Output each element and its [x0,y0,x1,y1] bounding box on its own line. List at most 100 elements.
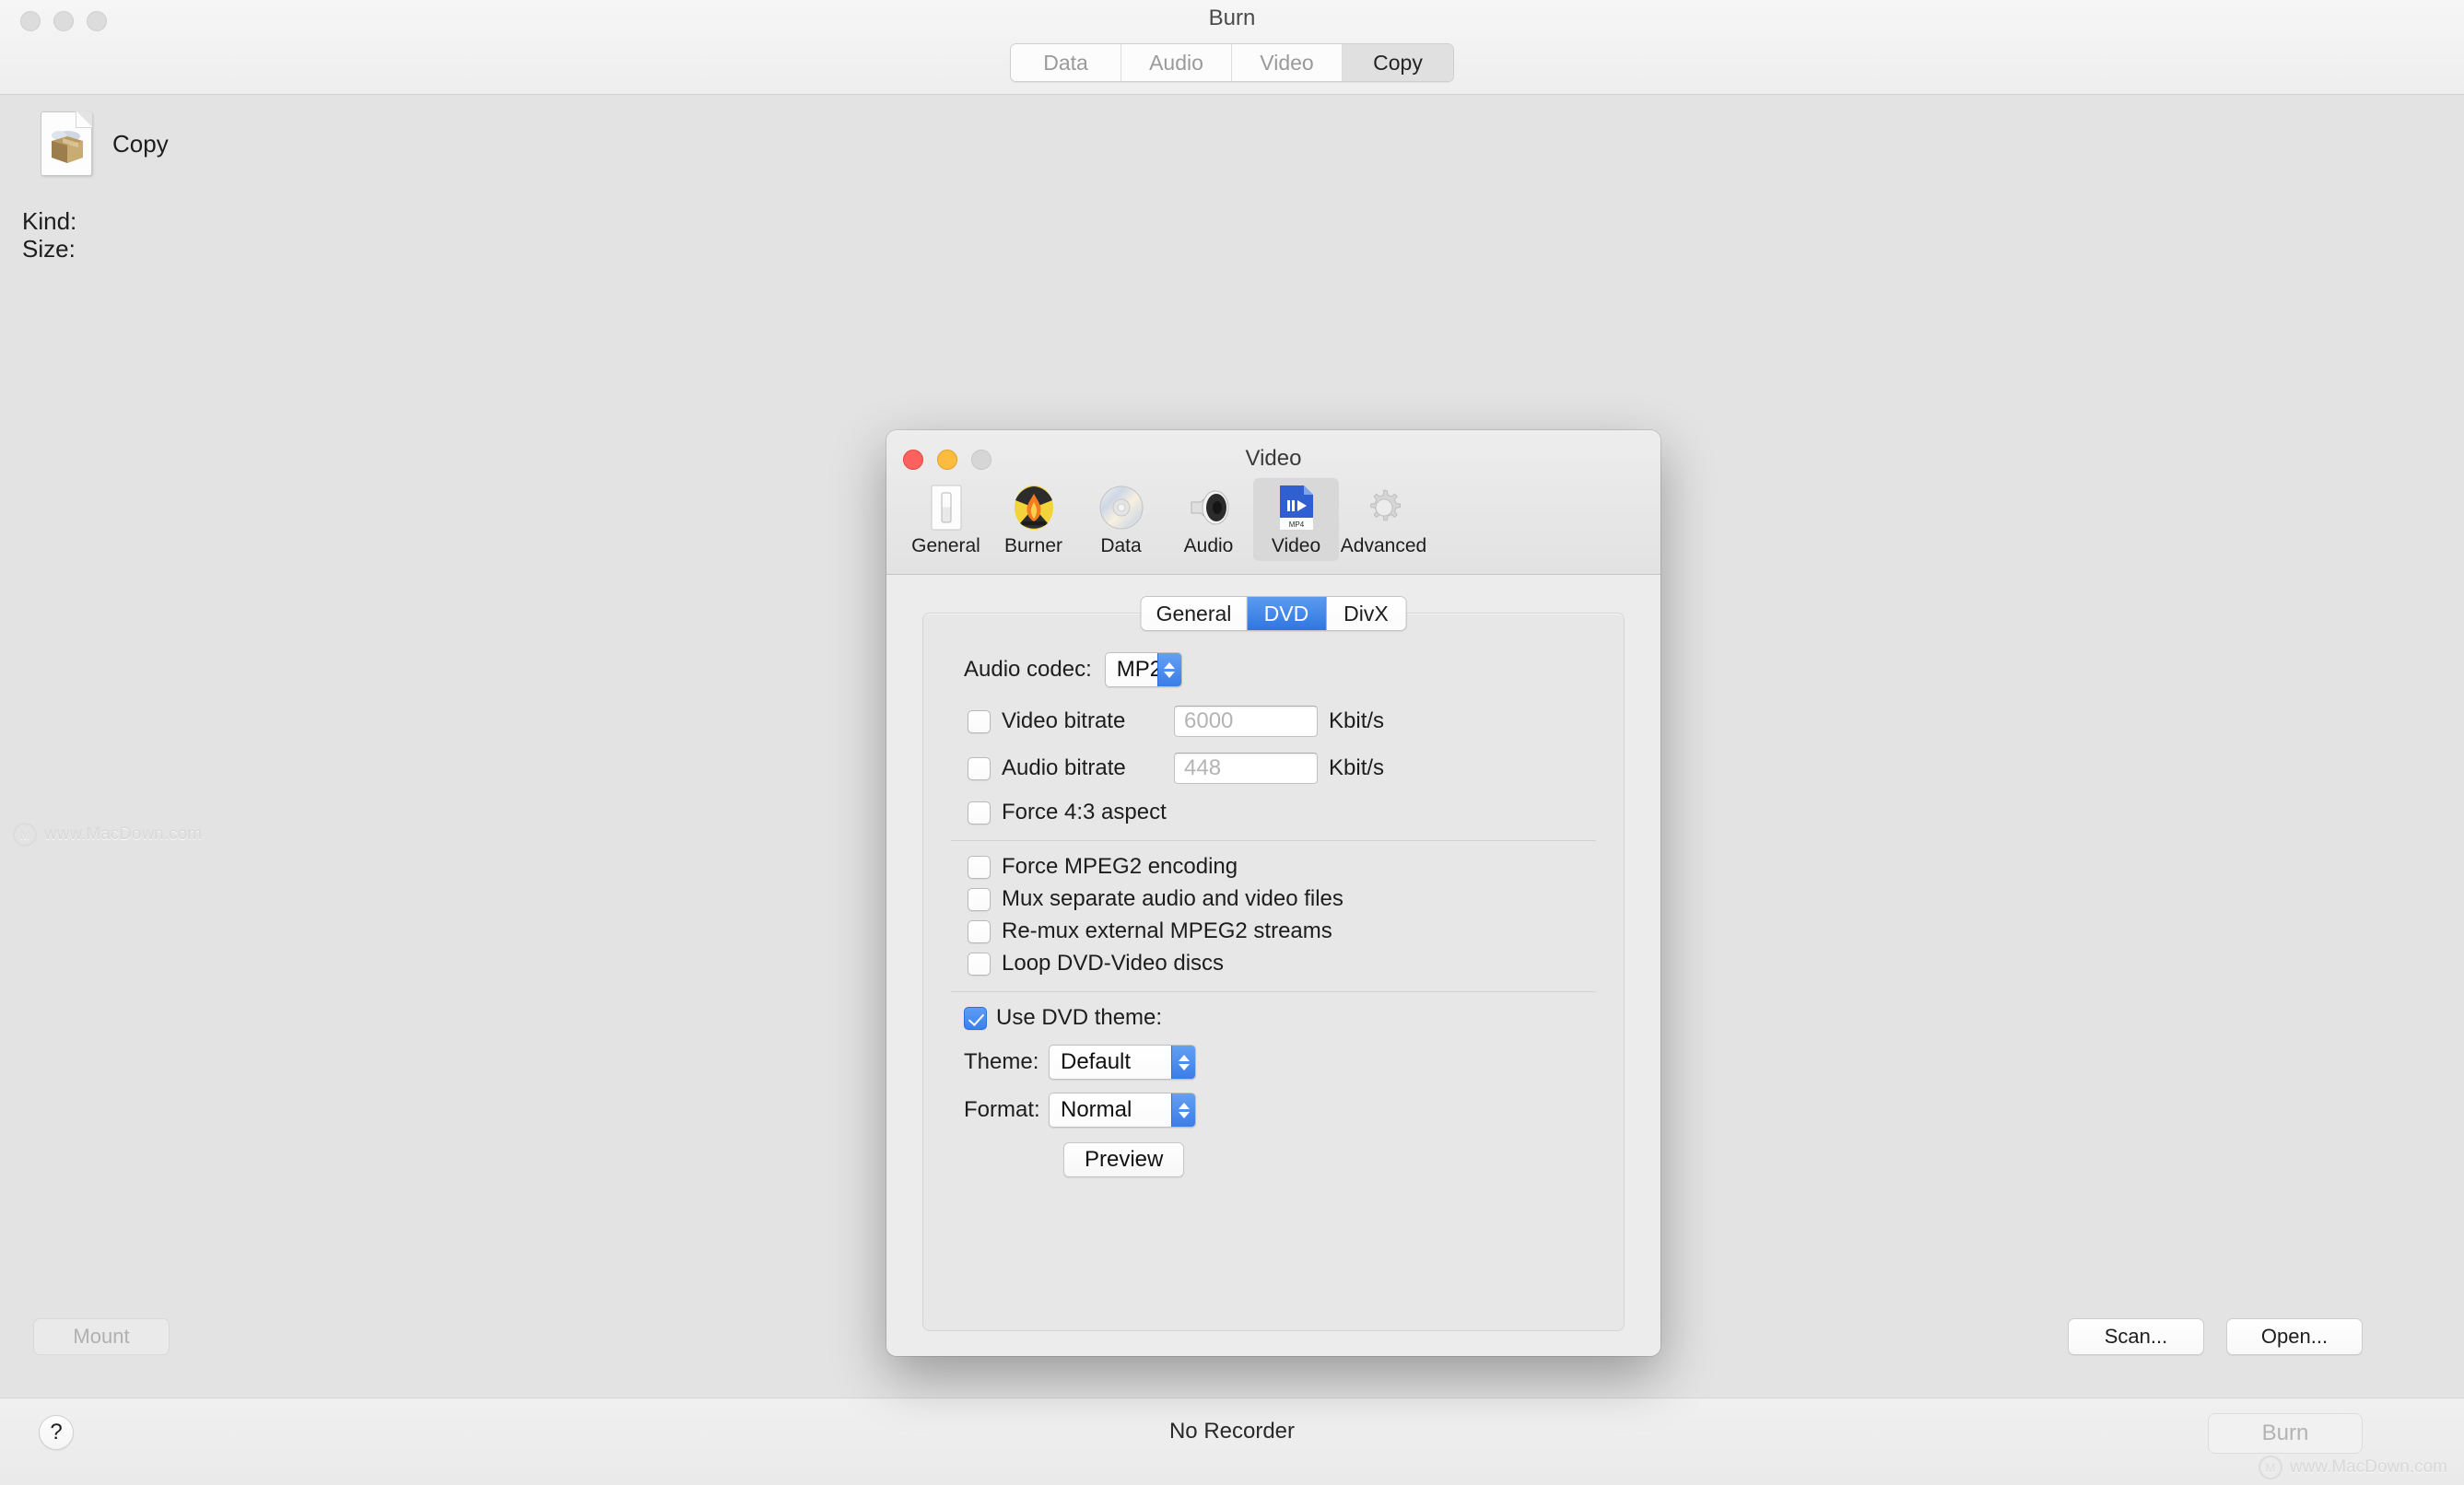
audio-codec-popup[interactable]: MP2 [1104,652,1182,687]
use-dvd-theme-row: Use DVD theme: [964,1005,1596,1031]
mount-button[interactable]: Mount [33,1318,170,1355]
toolbar-label-video: Video [1271,535,1321,556]
video-bitrate-checkbox[interactable] [968,709,991,733]
theme-popup[interactable]: Default [1049,1045,1196,1080]
toolbar-label-audio: Audio [1183,535,1234,556]
preview-button[interactable]: Preview [1063,1142,1185,1177]
force-mpeg2-label: Force MPEG2 encoding [1002,854,1238,879]
use-dvd-theme-label: Use DVD theme: [996,1005,1163,1030]
theme-row: Theme: Default [964,1045,1596,1080]
status-text: No Recorder [1168,1419,1296,1444]
mp4-file-icon: MP4 [1273,484,1320,532]
format-label: Format: [964,1097,1040,1122]
remux-mpeg2-checkbox[interactable] [968,919,991,943]
audio-codec-label: Audio codec: [964,657,1092,682]
force-mpeg2-row: Force MPEG2 encoding [968,854,1596,880]
mux-separate-checkbox[interactable] [968,887,991,911]
dvd-settings-panel: Audio codec: MP2 Video bitrate 6000 Kbit… [922,613,1625,1331]
watermark-text-2: www.MacDown.com [2289,1457,2447,1477]
audio-codec-value: MP2 [1116,657,1163,682]
force-43-label: Force 4:3 aspect [1002,800,1167,824]
video-bitrate-input[interactable]: 6000 [1174,706,1318,737]
remux-mpeg2-row: Re-mux external MPEG2 streams [968,918,1596,944]
audio-bitrate-row: Audio bitrate 448 Kbit/s [968,753,1596,784]
loop-dvd-row: Loop DVD-Video discs [968,951,1596,976]
audio-bitrate-placeholder: 448 [1184,755,1222,780]
video-bitrate-unit: Kbit/s [1329,708,1385,733]
video-tab-bar[interactable]: General DVD DivX [1140,596,1407,631]
document-box-icon [41,111,92,176]
gear-icon [1360,484,1408,532]
tab-general[interactable]: General [1141,597,1248,630]
video-bitrate-placeholder: 6000 [1184,708,1234,733]
cd-disc-icon [1097,484,1145,532]
use-dvd-theme-checkbox[interactable] [964,1006,987,1030]
toolbar-item-burner[interactable]: Burner [991,478,1076,561]
audio-codec-row: Audio codec: MP2 [964,652,1596,687]
format-value: Normal [1061,1097,1132,1122]
toolbar-item-data[interactable]: Data [1078,478,1164,561]
scan-button[interactable]: Scan... [2068,1318,2204,1355]
divider-2 [951,991,1596,992]
mode-segmented-control[interactable]: Data Audio Video Copy [1010,43,1454,82]
svg-text:MP4: MP4 [1288,520,1304,529]
tab-copy[interactable]: Copy [1343,44,1453,81]
toolbar-item-advanced[interactable]: Advanced [1341,478,1426,561]
force-43-checkbox[interactable] [968,801,991,824]
loop-dvd-label: Loop DVD-Video discs [1002,951,1225,976]
document-summary: Copy [41,111,169,176]
video-bitrate-label: Video bitrate [1002,708,1126,733]
tab-video[interactable]: Video [1232,44,1343,81]
preferences-toolbar: Video General Burner Data Audio MP4 Vide… [886,430,1660,575]
remux-mpeg2-label: Re-mux external MPEG2 streams [1002,918,1332,943]
watermark-logo-icon: M [13,823,37,847]
preferences-body: General DVD DivX Audio codec: MP2 Video … [886,575,1660,1356]
format-row: Format: Normal [964,1093,1596,1128]
flame-icon [1010,484,1058,532]
toolbar-item-audio[interactable]: Audio [1166,478,1251,561]
main-titlebar: Burn Data Audio Video Copy [0,0,2464,95]
prefs-window-title: Video [1245,446,1302,471]
audio-bitrate-label: Audio bitrate [1002,755,1126,780]
box-icon-art [52,131,83,163]
kind-label: Kind: [22,207,77,235]
watermark-bottom: M www.MacDown.com [2258,1456,2447,1479]
prefs-toolbar-items: General Burner Data Audio MP4 Video Adva… [903,478,1426,561]
video-bitrate-row: Video bitrate 6000 Kbit/s [968,706,1596,737]
tab-divx[interactable]: DivX [1326,597,1406,630]
toolbar-item-video[interactable]: MP4 Video [1253,478,1339,561]
open-button[interactable]: Open... [2226,1318,2363,1355]
document-name: Copy [112,129,169,158]
toolbar-label-data: Data [1100,535,1142,556]
tab-data[interactable]: Data [1011,44,1121,81]
speaker-icon [1185,484,1233,532]
force-mpeg2-checkbox[interactable] [968,855,991,879]
mux-separate-row: Mux separate audio and video files [968,886,1596,912]
preview-row: Preview [1063,1142,1596,1177]
audio-bitrate-input[interactable]: 448 [1174,753,1318,784]
audio-bitrate-unit: Kbit/s [1329,755,1385,780]
format-popup[interactable]: Normal [1049,1093,1196,1128]
toolbar-label-advanced: Advanced [1340,535,1427,556]
window-title: Burn [1208,6,1256,30]
mux-separate-label: Mux separate audio and video files [1002,886,1343,911]
burn-button[interactable]: Burn [2208,1413,2363,1454]
chevron-updown-icon-theme [1171,1046,1195,1079]
switch-icon [922,484,970,532]
size-label: Size: [22,235,76,263]
chevron-updown-icon-format [1171,1093,1195,1127]
tab-dvd[interactable]: DVD [1247,597,1327,630]
tab-audio[interactable]: Audio [1121,44,1232,81]
watermark-text: www.MacDown.com [44,824,203,844]
watermark-logo-icon-2: M [2258,1456,2282,1479]
theme-value: Default [1061,1049,1132,1074]
divider-1 [951,840,1596,841]
toolbar-label-burner: Burner [1003,535,1063,556]
main-footer-bar: ? No Recorder Burn M www.MacDown.com [0,1397,2464,1485]
loop-dvd-checkbox[interactable] [968,952,991,976]
force-43-row: Force 4:3 aspect [968,800,1596,825]
audio-bitrate-checkbox[interactable] [968,756,991,780]
chevron-updown-icon [1156,653,1181,686]
watermark-left: M www.MacDown.com [13,823,202,847]
toolbar-item-general[interactable]: General [903,478,989,561]
